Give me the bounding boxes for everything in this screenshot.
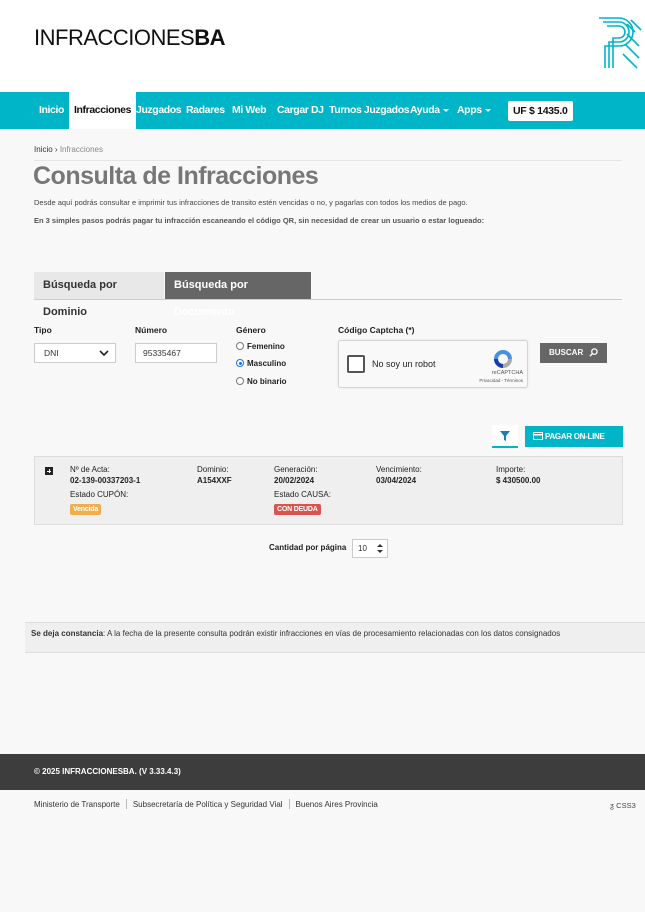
pagar-online-label: PAGAR ON-LINE bbox=[545, 432, 605, 441]
vencimiento-label: Vencimiento: bbox=[376, 465, 422, 474]
buscar-button-label: BUSCAR bbox=[549, 348, 584, 357]
nav-radares[interactable]: Radares bbox=[186, 92, 225, 129]
radio-femenino-label: Femenino bbox=[247, 342, 285, 351]
footer: © 2025 INFRACCIONESBA. (V 3.33.4.3) bbox=[0, 754, 645, 790]
vencimiento-value: 03/04/2024 bbox=[376, 476, 417, 485]
captcha-label: Código Captcha (*) bbox=[338, 325, 415, 335]
numero-label: Número bbox=[135, 325, 168, 335]
css3-label: CSS3 bbox=[616, 801, 636, 810]
nav-infracciones[interactable]: Infracciones bbox=[69, 92, 137, 129]
radio-masculino[interactable]: Masculino bbox=[236, 359, 286, 368]
chevron-down-icon bbox=[442, 108, 449, 112]
nav-ayuda-label: Ayuda bbox=[410, 104, 440, 116]
divider bbox=[125, 799, 127, 809]
logo-text-light: INFRACCIONES bbox=[34, 25, 195, 50]
footer-links: Ministerio de Transporte Subsecretaría de… bbox=[34, 799, 378, 809]
buscar-button[interactable]: BUSCAR bbox=[540, 343, 607, 363]
notice-banner: Se deja constancia: A la fecha de la pre… bbox=[25, 622, 645, 653]
nav-inicio[interactable]: Inicio bbox=[39, 92, 64, 129]
updown-arrows-icon bbox=[377, 544, 383, 553]
nav-ayuda[interactable]: Ayuda bbox=[410, 92, 449, 129]
site-header: INFRACCIONESBA bbox=[0, 0, 645, 92]
nav-turnos-juzgados[interactable]: Turnos Juzgados bbox=[329, 92, 410, 129]
recaptcha-widget: No soy un robot reCAPTCHA Privacidad - T… bbox=[338, 340, 528, 388]
breadcrumb: Inicio › Infracciones bbox=[34, 145, 103, 154]
causa-label: Estado CAUSA: bbox=[274, 490, 331, 499]
acta-value: 02-139-00337203-1 bbox=[70, 476, 141, 485]
ba-pattern-logo-icon bbox=[599, 17, 642, 69]
nav-apps[interactable]: Apps bbox=[457, 92, 491, 129]
cupon-label: Estado CUPÓN: bbox=[70, 490, 129, 499]
css3-badge[interactable]: ƺ CSS3 bbox=[610, 801, 636, 810]
numero-input[interactable]: 95335467 bbox=[135, 343, 217, 363]
causa-status-badge: CON DEUDA bbox=[274, 504, 321, 515]
generacion-value: 20/02/2024 bbox=[274, 476, 315, 485]
page-size-label: Cantidad por página bbox=[269, 543, 347, 552]
chevron-down-icon bbox=[484, 108, 491, 112]
notice-text: : A la fecha de la presente consulta pod… bbox=[103, 629, 561, 638]
nav-apps-label: Apps bbox=[457, 104, 482, 116]
chevron-down-icon bbox=[99, 350, 109, 357]
tipo-select[interactable]: DNI bbox=[34, 343, 116, 363]
nav-juzgados[interactable]: Juzgados bbox=[136, 92, 182, 129]
recaptcha-links[interactable]: Privacidad - Términos bbox=[339, 378, 523, 383]
breadcrumb-home[interactable]: Inicio bbox=[34, 145, 53, 154]
breadcrumb-current: Infracciones bbox=[59, 145, 103, 154]
footer-link-ministerio[interactable]: Ministerio de Transporte bbox=[34, 800, 120, 809]
logo-text-bold: BA bbox=[194, 25, 226, 50]
expand-plus-icon[interactable] bbox=[45, 467, 53, 475]
radio-no-binario-label: No binario bbox=[247, 377, 287, 386]
radio-button-checked[interactable] bbox=[236, 359, 244, 367]
credit-card-icon bbox=[533, 432, 543, 440]
dominio-value: A154XXF bbox=[197, 476, 232, 485]
radio-femenino[interactable]: Femenino bbox=[236, 342, 285, 351]
page-size-select[interactable]: 10 bbox=[352, 539, 388, 558]
recaptcha-brand: reCAPTCHA bbox=[491, 370, 523, 376]
footer-copyright: © 2025 INFRACCIONESBA. (V 3.33.4.3) bbox=[34, 767, 181, 776]
search-icon bbox=[589, 348, 598, 357]
recaptcha-logo-icon bbox=[494, 350, 512, 368]
main-nav: Inicio Infracciones Juzgados Radares Mi … bbox=[0, 92, 645, 129]
radio-button[interactable] bbox=[236, 377, 244, 385]
pagar-online-button[interactable]: PAGAR ON-LINE bbox=[525, 426, 623, 447]
footer-link-subsecretaria[interactable]: Subsecretaría de Política y Seguridad Vi… bbox=[133, 800, 283, 809]
cupon-status-badge: Vencida bbox=[70, 504, 102, 515]
genero-label: Género bbox=[236, 325, 266, 335]
importe-label: Importe: bbox=[496, 465, 526, 474]
tipo-select-value: DNI bbox=[44, 348, 59, 358]
footer-link-provincia[interactable]: Buenos Aires Provincia bbox=[296, 800, 378, 809]
uf-value-badge: UF $ 1435.0 bbox=[508, 101, 573, 121]
tipo-label: Tipo bbox=[34, 325, 52, 335]
generacion-label: Generación: bbox=[274, 465, 318, 474]
radio-button[interactable] bbox=[236, 342, 244, 350]
breadcrumb-separator: › bbox=[54, 145, 58, 154]
divider bbox=[288, 799, 290, 809]
page-instructions: En 3 simples pasos podrás pagar tu infra… bbox=[34, 216, 485, 225]
dominio-label: Dominio: bbox=[197, 465, 229, 474]
tab-busqueda-documento[interactable]: Búsqueda por Documento bbox=[165, 272, 311, 318]
tab-busqueda-dominio[interactable]: Búsqueda por Dominio bbox=[34, 272, 164, 318]
site-logo[interactable]: INFRACCIONESBA bbox=[34, 25, 226, 51]
acta-label: Nº de Acta: bbox=[70, 465, 110, 474]
nav-cargar-dj[interactable]: Cargar DJ bbox=[277, 92, 324, 129]
divider bbox=[34, 160, 622, 161]
importe-value: $ 430500.00 bbox=[496, 476, 541, 485]
page-size-value: 10 bbox=[358, 544, 367, 553]
nav-mi-web[interactable]: Mi Web bbox=[232, 92, 267, 129]
radio-no-binario[interactable]: No binario bbox=[236, 377, 287, 386]
filter-icon bbox=[500, 431, 510, 441]
recaptcha-text: No soy un robot bbox=[372, 359, 436, 369]
radio-masculino-label: Masculino bbox=[247, 359, 287, 368]
tabs-underline bbox=[34, 299, 622, 300]
infraccion-row: Nº de Acta: 02-139-00337203-1 Estado CUP… bbox=[34, 456, 623, 525]
filter-button[interactable] bbox=[492, 425, 518, 448]
page-description: Desde aquí podrás consultar e imprimir t… bbox=[34, 198, 468, 207]
page-title: Consulta de Infracciones bbox=[33, 162, 319, 190]
notice-bold: Se deja constancia bbox=[31, 629, 104, 638]
